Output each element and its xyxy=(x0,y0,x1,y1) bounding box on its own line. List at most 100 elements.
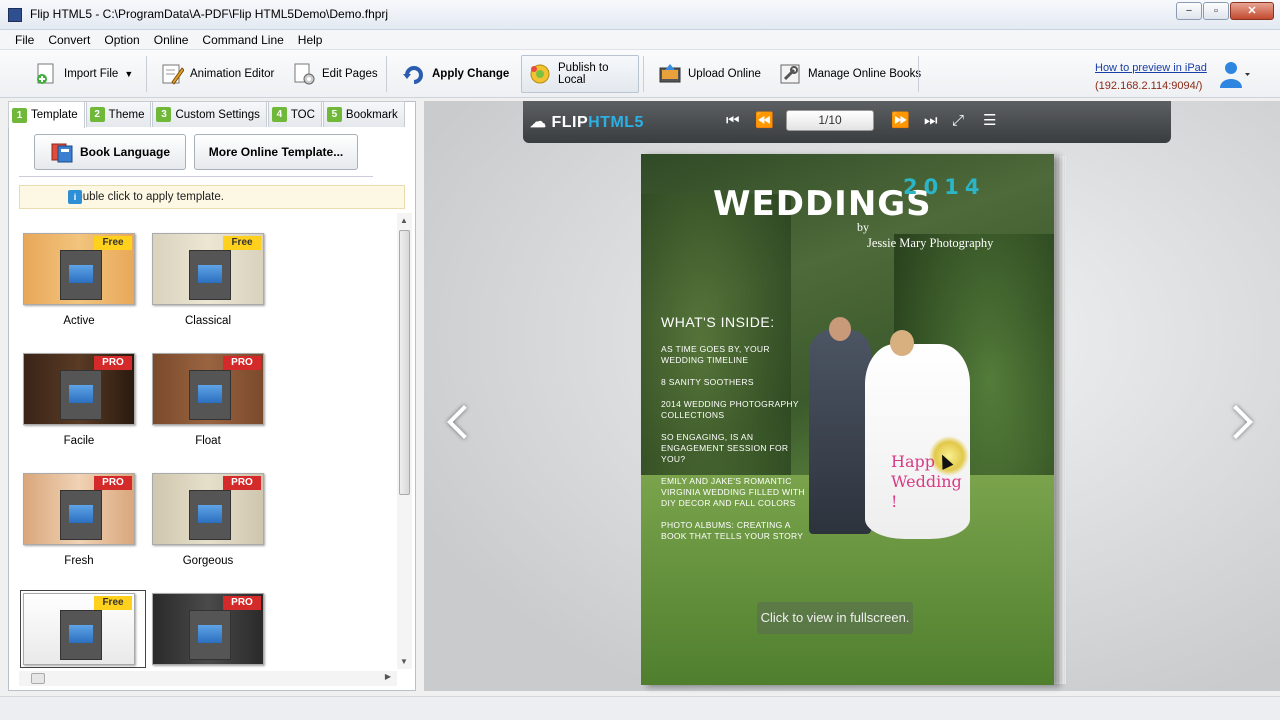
fullscreen-icon[interactable]: ⤢ xyxy=(952,112,964,130)
free-badge: Free xyxy=(94,236,132,250)
brand-flip-text: FLIP xyxy=(551,114,589,131)
template-active[interactable]: Free Active xyxy=(23,233,143,327)
thumbnails-icon[interactable]: ☰ xyxy=(983,112,996,130)
page-number-input[interactable]: 1/10 xyxy=(786,110,874,131)
scroll-down-icon[interactable]: ▼ xyxy=(400,657,408,666)
previous-page-icon[interactable]: ⏪ xyxy=(755,112,774,130)
tab-number: 4 xyxy=(271,107,287,122)
template-horizontal-scrollbar[interactable]: ▶ xyxy=(19,671,397,686)
tab-custom-settings[interactable]: 3 Custom Settings xyxy=(152,101,267,127)
restore-button[interactable]: ▫ xyxy=(1203,2,1229,20)
menu-option[interactable]: Option xyxy=(97,30,146,49)
magazine-photographer: Jessie Mary Photography xyxy=(867,236,994,250)
pro-badge: PRO xyxy=(223,476,261,490)
minimize-button[interactable]: − xyxy=(1176,2,1202,20)
window-controls: − ▫ ✕ xyxy=(1176,2,1274,20)
import-file-button[interactable]: Import File ▼ xyxy=(28,55,139,93)
menu-file[interactable]: File xyxy=(8,30,41,49)
template-label: Fresh xyxy=(64,555,94,567)
list-item: 2014 wedding photography collections xyxy=(661,399,799,420)
template-facile[interactable]: PRO Facile xyxy=(23,353,143,447)
whats-inside-list: As time goes by, your wedding timeline 8… xyxy=(661,344,811,553)
next-page-icon[interactable]: ⏩ xyxy=(891,112,910,130)
template-label: Facile xyxy=(63,435,95,447)
tab-template[interactable]: 1 Template xyxy=(8,101,85,128)
tab-toc[interactable]: 4 TOC xyxy=(267,101,322,127)
more-online-template-label: More Online Template... xyxy=(208,145,344,159)
pro-badge: PRO xyxy=(223,596,261,610)
settings-tabs: 1 Template 2 Theme 3 Custom Settings 4 T… xyxy=(8,101,406,128)
import-file-icon xyxy=(34,62,58,86)
template-fresh[interactable]: PRO Fresh xyxy=(23,473,143,567)
previous-page-arrow[interactable] xyxy=(446,402,472,442)
pro-badge: PRO xyxy=(223,356,261,370)
tab-label: Template xyxy=(31,109,78,121)
tab-number: 5 xyxy=(326,107,342,122)
tab-bookmark[interactable]: 5 Bookmark xyxy=(322,101,405,127)
publish-to-local-button[interactable]: Publish to Local xyxy=(521,55,639,93)
menu-bar: File Convert Option Online Command Line … xyxy=(0,30,1280,50)
magazine-cover[interactable]: WEDDINGS 2014 by Jessie Mary Photography… xyxy=(641,154,1054,685)
template-float[interactable]: PRO Float xyxy=(152,353,272,447)
first-page-icon[interactable]: ⏮ xyxy=(726,112,740,130)
menu-convert[interactable]: Convert xyxy=(41,30,97,49)
edit-pages-label: Edit Pages xyxy=(322,68,378,80)
preview-in-ipad-link[interactable]: How to preview in iPad xyxy=(1095,62,1207,74)
apply-change-label: Apply Change xyxy=(432,68,510,80)
scrollbar-thumb[interactable] xyxy=(31,673,45,684)
menu-help[interactable]: Help xyxy=(291,30,330,49)
toolbar-separator xyxy=(918,56,919,92)
upload-online-button[interactable]: Upload Online xyxy=(652,55,767,93)
upload-icon xyxy=(658,62,682,86)
template-gorgeous[interactable]: PRO Gorgeous xyxy=(152,473,272,567)
manage-books-icon xyxy=(778,62,802,86)
template-dark[interactable]: PRO xyxy=(152,593,272,665)
template-vertical-scrollbar[interactable]: ▲ ▼ xyxy=(397,213,412,669)
toolbar-separator xyxy=(146,56,147,92)
toolbar: Import File ▼ Animation Editor Edit Page… xyxy=(0,50,1280,98)
tab-number: 1 xyxy=(12,107,27,123)
user-icon[interactable] xyxy=(1218,60,1250,90)
animation-editor-icon xyxy=(160,62,185,86)
logo-icon: ☁ xyxy=(530,114,547,131)
scrollbar-thumb[interactable] xyxy=(399,230,410,495)
template-label: Gorgeous xyxy=(182,555,234,567)
scroll-right-icon[interactable]: ▶ xyxy=(385,672,391,681)
refresh-icon xyxy=(402,62,426,86)
book-language-label: Book Language xyxy=(79,145,170,159)
publish-to-local-label: Publish to Local xyxy=(558,62,609,86)
cover-photo-groom xyxy=(809,329,871,534)
brand-html5-text: HTML5 xyxy=(588,114,644,131)
scroll-up-icon[interactable]: ▲ xyxy=(400,216,408,225)
manage-online-books-button[interactable]: Manage Online Books xyxy=(772,55,927,93)
apply-change-button[interactable]: Apply Change xyxy=(396,55,515,93)
template-thumbnail: Free xyxy=(23,593,135,665)
book-language-icon xyxy=(50,140,74,164)
tab-label: Theme xyxy=(108,108,145,121)
book-language-button[interactable]: Book Language xyxy=(34,134,186,170)
template-thumbnail: Free xyxy=(23,233,135,305)
tab-theme[interactable]: 2 Theme xyxy=(85,101,152,127)
next-page-arrow[interactable] xyxy=(1226,402,1252,442)
list-item: As time goes by, your wedding timeline xyxy=(661,344,770,365)
template-selected[interactable]: Free xyxy=(20,590,146,668)
menu-online[interactable]: Online xyxy=(147,30,196,49)
status-bar xyxy=(0,696,1280,720)
cover-photo-groom-head xyxy=(829,317,851,341)
tab-label: TOC xyxy=(290,108,315,121)
pro-badge: PRO xyxy=(94,356,132,370)
upload-online-label: Upload Online xyxy=(688,68,761,80)
menu-command-line[interactable]: Command Line xyxy=(195,30,290,49)
animation-editor-button[interactable]: Animation Editor xyxy=(154,55,280,93)
last-page-icon[interactable]: ⏭ xyxy=(924,112,938,130)
fullscreen-tooltip: Click to view in fullscreen. xyxy=(757,602,913,634)
template-classical[interactable]: Free Classical xyxy=(152,233,272,327)
chevron-down-icon[interactable]: ▼ xyxy=(124,69,133,79)
more-online-template-button[interactable]: More Online Template... xyxy=(194,134,358,170)
pro-badge: PRO xyxy=(94,476,132,490)
edit-pages-button[interactable]: Edit Pages xyxy=(286,55,384,93)
tab-label: Custom Settings xyxy=(175,108,260,121)
list-item: Photo albums: creating a book that tells… xyxy=(661,520,804,541)
close-button[interactable]: ✕ xyxy=(1230,2,1274,20)
book-page-edges xyxy=(1054,156,1066,684)
